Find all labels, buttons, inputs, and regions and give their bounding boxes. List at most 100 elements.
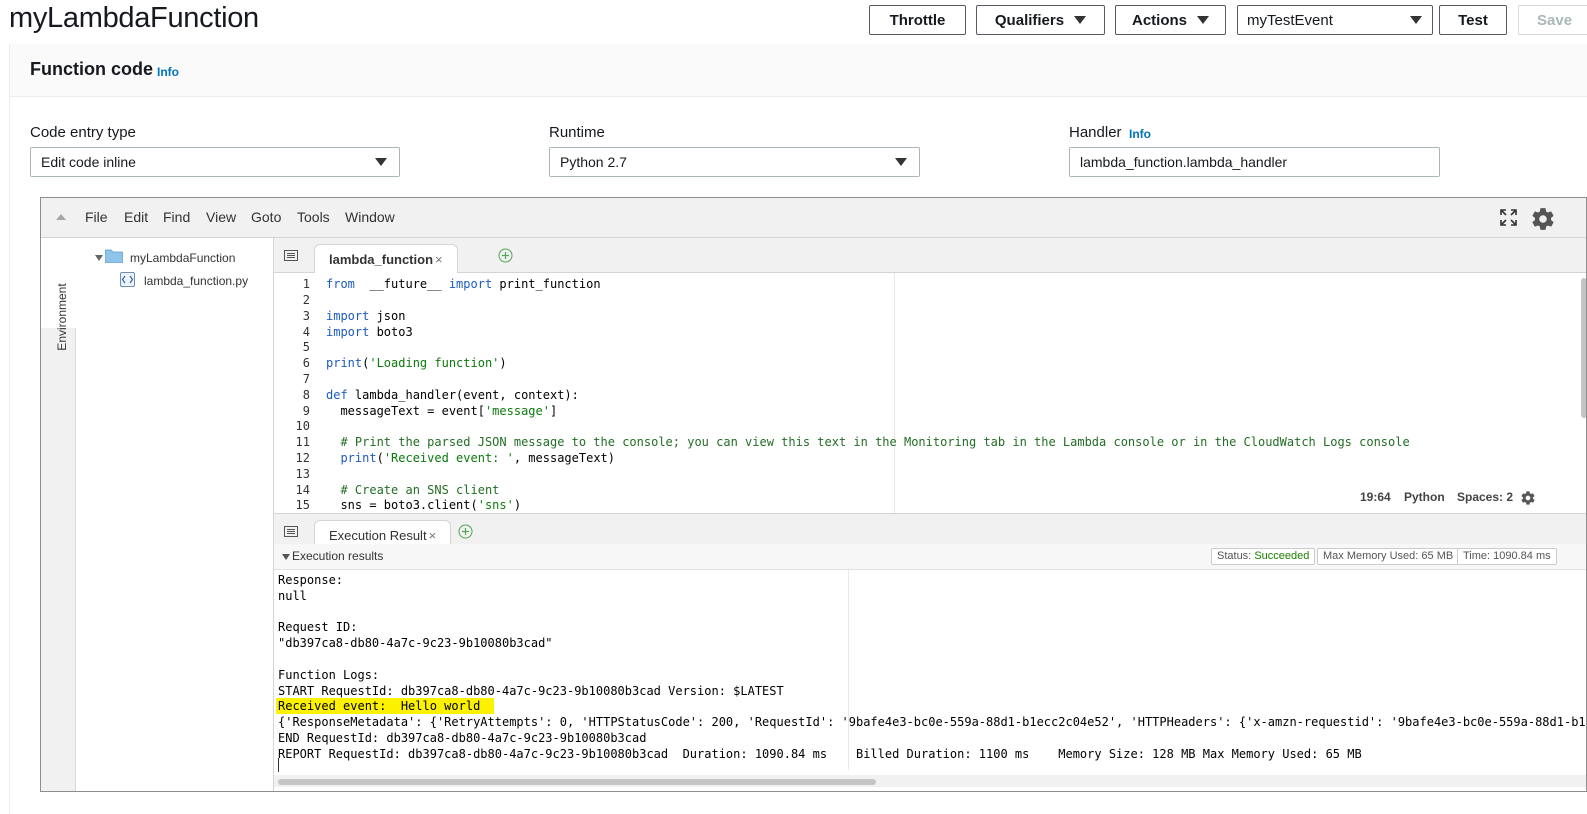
execution-results-title: Execution results [292,549,384,563]
output-horizontal-scrollbar[interactable] [278,779,876,785]
collapse-caret-icon[interactable] [282,554,290,560]
qualifiers-label: Qualifiers [994,11,1065,29]
output-line: Request ID: [278,620,358,634]
tab-label: lambda_function [329,252,434,267]
result-tab-bar: Execution Result × [274,513,1586,550]
actions-dropdown[interactable]: Actions [1115,5,1226,35]
print-margin [894,273,895,513]
add-tab-icon[interactable] [458,524,473,539]
code-line: from __future__ import print_function [326,277,601,291]
save-button[interactable]: Save [1518,5,1587,35]
line-number: 4 [302,325,310,339]
environment-label: Environment [55,283,69,351]
test-event-value: myTestEvent [1247,11,1333,29]
code-entry-select[interactable]: Edit code inline [30,147,400,177]
save-label: Save [1537,11,1573,29]
tree-file-label[interactable]: lambda_function.py [144,274,248,288]
function-title: myLambdaFunction [9,2,259,34]
line-number: 15 [295,498,310,512]
handler-info-link[interactable]: Info [1129,127,1151,141]
handler-label: Handler [1069,124,1122,141]
line-number: 9 [302,404,310,418]
editor-vertical-scrollbar[interactable] [1581,278,1586,418]
close-tab-icon[interactable]: × [429,528,437,543]
function-code-info-link[interactable]: Info [157,65,179,79]
environment-tab[interactable]: Environment [41,238,76,351]
code-line: # Create an SNS client [326,483,500,497]
settings-gear-icon[interactable] [1530,206,1556,232]
menu-tools[interactable]: Tools [297,209,330,225]
output-line: {'ResponseMetadata': {'RetryAttempts': 0… [278,715,1586,729]
runtime-value: Python 2.7 [560,154,627,170]
code-line: import json [326,309,406,323]
menu-file[interactable]: File [85,209,108,225]
test-button[interactable]: Test [1439,5,1507,35]
python-file-icon [120,272,135,287]
execution-results-header[interactable]: Execution results Status: Succeeded Max … [274,544,1586,570]
status-label: Status: [1217,550,1252,562]
caret-down-icon [375,158,387,166]
indent-setting[interactable]: Spaces: 2 [1457,490,1513,504]
code-editor[interactable]: 1 2 3 4 5 6 7 8 9 10 11 12 13 14 15 from… [274,273,1586,513]
actions-label: Actions [1131,11,1187,29]
text-cursor [278,758,279,772]
file-tree: myLambdaFunction lambda_function.py [76,238,274,791]
handler-value: lambda_function.lambda_handler [1080,154,1288,170]
line-number: 3 [302,309,310,323]
line-number: 7 [302,372,310,386]
menu-window[interactable]: Window [345,209,395,225]
code-entry-label: Code entry type [30,124,136,141]
close-tab-icon[interactable]: × [435,252,443,267]
tab-label: Execution Result [329,528,427,543]
time-badge: Time: 1090.84 ms [1457,548,1557,565]
language-mode[interactable]: Python [1404,490,1445,504]
tree-folder-label[interactable]: myLambdaFunction [130,251,235,265]
line-number: 13 [295,467,310,481]
output-line: "db397ca8-db80-4a7c-9c23-9b10080b3cad" [278,636,553,650]
line-number-gutter: 1 2 3 4 5 6 7 8 9 10 11 12 13 14 15 [274,273,318,513]
tab-list-icon[interactable] [284,526,298,537]
execution-output[interactable]: Response: null Request ID: "db397ca8-db8… [274,570,1586,791]
caret-down-icon [1197,16,1209,24]
line-number: 8 [302,388,310,402]
runtime-select[interactable]: Python 2.7 [549,147,920,177]
code-line: sns = boto3.client('sns') [326,498,522,512]
add-tab-icon[interactable] [498,248,513,263]
output-print-margin [848,570,849,770]
editor-settings-gear-icon[interactable] [1520,490,1536,506]
cursor-position: 19:64 [1360,490,1391,504]
folder-icon [105,249,123,263]
throttle-label: Throttle [889,11,946,29]
runtime-label: Runtime [549,124,605,141]
test-event-select[interactable]: myTestEvent [1237,5,1433,35]
caret-down-icon [895,158,907,166]
menu-find[interactable]: Find [163,209,190,225]
code-line: def lambda_handler(event, context): [326,388,579,402]
function-code-title: Function code [30,59,153,79]
handler-input[interactable]: lambda_function.lambda_handler [1069,147,1440,177]
highlighted-text: Received event: Hello world [276,698,495,714]
line-number: 10 [295,419,310,433]
tree-expand-icon[interactable] [95,255,103,261]
test-label: Test [1458,11,1488,29]
code-line: print('Loading function') [326,356,507,370]
function-code-header [10,44,1587,97]
menu-goto[interactable]: Goto [251,209,281,225]
menu-view[interactable]: View [206,209,236,225]
status-value: Succeeded [1254,550,1310,562]
fullscreen-icon[interactable] [1500,209,1517,226]
output-line: Response: [278,573,344,587]
line-number: 5 [302,340,310,354]
qualifiers-dropdown[interactable]: Qualifiers [976,5,1105,35]
caret-down-icon [1410,16,1422,24]
collapse-up-icon[interactable] [56,214,66,220]
tab-list-icon[interactable] [284,250,298,261]
throttle-button[interactable]: Throttle [869,5,966,35]
line-number: 6 [302,356,310,370]
tab-lambda-function[interactable]: lambda_function × [314,244,458,274]
menu-edit[interactable]: Edit [124,209,148,225]
code-editor-ide: File Edit Find View Goto Tools Window En… [40,197,1587,792]
code-entry-value: Edit code inline [41,154,136,170]
output-line: null [278,589,307,603]
code-line: messageText = event['message'] [326,404,558,418]
